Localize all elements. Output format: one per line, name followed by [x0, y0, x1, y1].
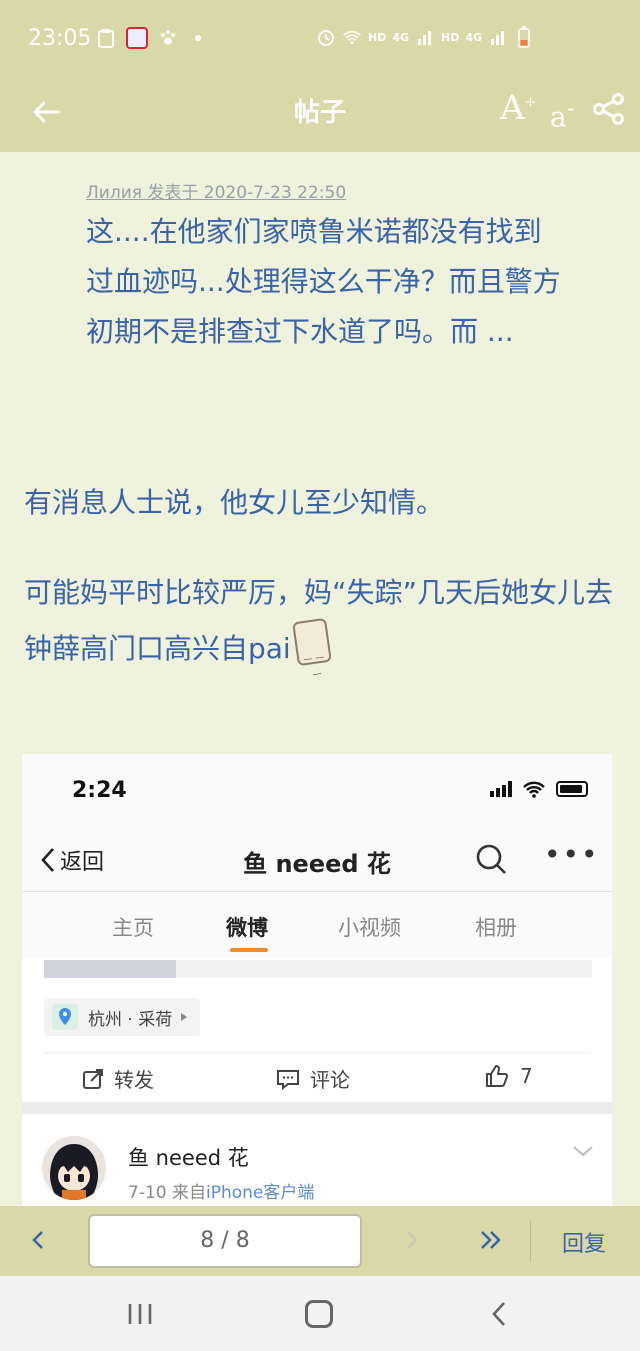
- status-time: 23:05: [28, 26, 92, 51]
- anime-avatar-icon: [42, 1136, 106, 1200]
- pagination-bar: 8 / 8 回复: [0, 1206, 640, 1276]
- signal-icon-2: [488, 27, 508, 47]
- share-icon[interactable]: [592, 92, 626, 126]
- face-emoji-icon: [291, 617, 332, 667]
- home-button-icon[interactable]: [305, 1300, 333, 1328]
- embedded-like-count: 7: [520, 1064, 533, 1088]
- embedded-post-card: 杭州 · 采荷 转发 评论 7: [22, 958, 612, 1102]
- embedded-nav-bar: 返回 鱼 neeed 花 •••: [22, 828, 612, 892]
- embedded-divider: [44, 1052, 590, 1053]
- status-bar: 23:05 HD 4G HD 4G: [0, 0, 640, 78]
- dot-icon: [188, 28, 208, 48]
- embedded-tab-home: 主页: [112, 916, 154, 940]
- embedded-profile-title: 鱼 neeed 花: [243, 850, 391, 878]
- embedded-tab-album: 相册: [475, 916, 517, 940]
- previous-page-icon[interactable]: [26, 1226, 50, 1254]
- increase-font-button[interactable]: A+: [500, 88, 536, 128]
- embedded-signal-icon: [490, 781, 512, 797]
- network-4g-label: 4G: [392, 30, 410, 44]
- chevron-down-icon: [573, 1146, 593, 1157]
- embedded-comment-action: 评论: [276, 1064, 350, 1093]
- recent-apps-icon[interactable]: [126, 1302, 154, 1326]
- paw-icon: [158, 28, 178, 48]
- location-pin-icon: [52, 1004, 78, 1030]
- embedded-post-date: 7-10: [128, 1183, 167, 1203]
- embedded-location-label: 杭州 · 采荷: [88, 1009, 173, 1030]
- battery-icon: [514, 26, 534, 48]
- embedded-comment-label: 评论: [310, 1068, 350, 1092]
- system-back-icon[interactable]: [488, 1300, 510, 1328]
- plus-icon: +: [524, 94, 537, 111]
- comment-icon: [277, 1069, 299, 1090]
- avatar: [42, 1136, 106, 1200]
- caret-right-icon: [181, 1013, 188, 1021]
- page-title: 帖子: [293, 98, 346, 128]
- embedded-repost-action: 转发: [82, 1064, 154, 1093]
- embedded-post-from: 来自: [172, 1183, 206, 1203]
- embedded-next-post: 鱼 neeed 花 7-10 来自iPhone客户端: [22, 1114, 612, 1206]
- increase-font-label: A: [500, 88, 525, 128]
- decrease-font-button[interactable]: a-: [550, 94, 575, 133]
- last-page-icon[interactable]: [476, 1226, 506, 1254]
- system-navigation-bar: [0, 1276, 640, 1351]
- embedded-status-bar: 2:24: [22, 754, 612, 828]
- embedded-like-action: 7: [484, 1064, 533, 1088]
- app-notification-icon: [126, 27, 148, 49]
- notification-icons: [96, 27, 208, 49]
- embedded-post-author: 鱼 neeed 花: [128, 1146, 249, 1170]
- embedded-action-bar: 转发 评论 7: [22, 1056, 612, 1100]
- hd-label-2: HD: [441, 30, 460, 44]
- system-status-icons: HD 4G HD 4G: [316, 26, 534, 48]
- app-header: 帖子 A+ a-: [0, 78, 640, 152]
- embedded-battery-icon: [556, 781, 588, 797]
- embedded-search-icon: [476, 844, 506, 874]
- quote-text: 这....在他家们家喷鲁米诺都没有找到过血迹吗...处理得这么干净？而且警方初期…: [86, 215, 561, 348]
- repost-icon: [83, 1068, 103, 1089]
- hd-label: HD: [368, 30, 387, 44]
- minus-icon: -: [566, 94, 575, 122]
- embedded-tab-weibo: 微博: [226, 916, 268, 940]
- embedded-tab-indicator: [230, 948, 268, 952]
- alarm-icon: [316, 27, 336, 47]
- embedded-post-source: iPhone客户端: [206, 1183, 315, 1203]
- embedded-image-placeholder-2: [176, 960, 592, 978]
- embedded-tabs: 主页 微博 小视频 相册: [22, 892, 612, 958]
- post-paragraph-2: 可能妈平时比较严厉，妈“失踪”几天后她女儿去钟薛高门口高兴自pai: [24, 566, 614, 676]
- embedded-status-icons: [490, 780, 588, 798]
- next-page-icon[interactable]: [400, 1226, 424, 1254]
- quoted-post: Лилия 发表于 2020-7-23 22:50 这....在他家们家喷鲁米诺…: [86, 178, 566, 357]
- thumbs-up-icon: [486, 1065, 509, 1087]
- decrease-font-label: a: [550, 100, 567, 134]
- embedded-time: 2:24: [72, 778, 127, 803]
- embedded-post-meta: 7-10 来自iPhone客户端: [128, 1178, 314, 1203]
- page-number-field[interactable]: 8 / 8: [88, 1214, 362, 1268]
- reply-button[interactable]: 回复: [562, 1226, 606, 1258]
- pager-divider: [530, 1220, 531, 1262]
- quote-meta-link[interactable]: Лилия 发表于 2020-7-23 22:50: [86, 178, 566, 203]
- signal-icon: [415, 27, 435, 47]
- embedded-wifi-icon: [523, 781, 545, 798]
- embedded-image-placeholder: [44, 960, 176, 978]
- embedded-separator: [22, 1102, 612, 1114]
- embedded-repost-label: 转发: [114, 1068, 154, 1092]
- clipboard-icon: [96, 28, 116, 48]
- embedded-location-tag: 杭州 · 采荷: [44, 998, 201, 1036]
- embedded-tab-videos: 小视频: [338, 916, 401, 940]
- embedded-more-icon: •••: [544, 838, 600, 871]
- network-4g-label-2: 4G: [465, 30, 483, 44]
- embedded-screenshot[interactable]: 2:24 返回 鱼 neeed 花 ••• 主页 微博 小视频 相册 杭州 · …: [22, 754, 612, 1206]
- wifi-icon: [342, 27, 362, 47]
- post-paragraph-1: 有消息人士说，他女儿至少知情。: [24, 486, 445, 519]
